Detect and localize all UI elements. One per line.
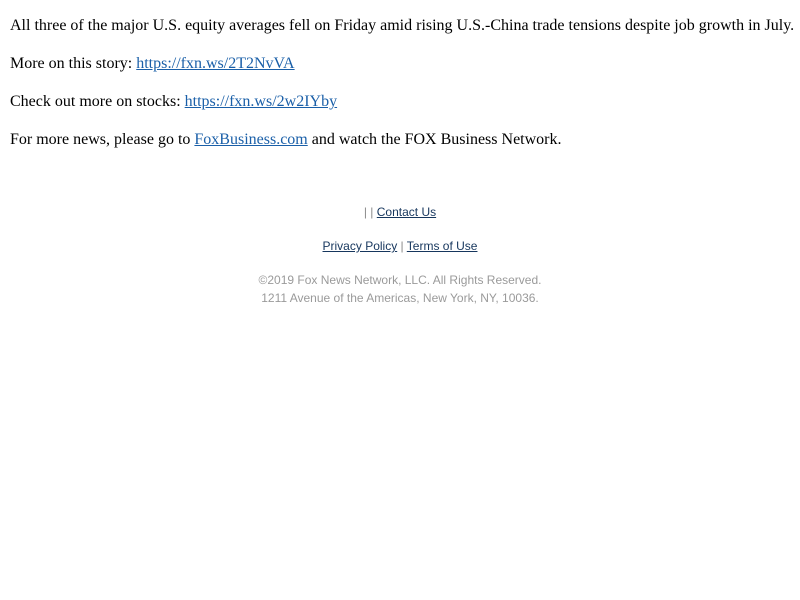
article-paragraph-4: For more news, please go to FoxBusiness.… bbox=[10, 130, 562, 149]
contact-us-link[interactable]: Contact Us bbox=[377, 205, 436, 219]
footer-contact-row: | | Contact Us bbox=[0, 203, 800, 221]
stocks-link[interactable]: https://fxn.ws/2w2IYby bbox=[185, 93, 337, 110]
article-paragraph-1: All three of the major U.S. equity avera… bbox=[10, 16, 794, 35]
more-news-suffix: and watch the FOX Business Network. bbox=[307, 131, 562, 148]
footer-address: 1211 Avenue of the Americas, New York, N… bbox=[261, 291, 539, 305]
article-paragraph-2: More on this story: https://fxn.ws/2T2Nv… bbox=[10, 54, 295, 73]
story-label: More on this story: bbox=[10, 55, 137, 72]
article-paragraph-3: Check out more on stocks: https://fxn.ws… bbox=[10, 92, 337, 111]
more-news-label: For more news, please go to bbox=[10, 131, 195, 148]
footer-legal-row: Privacy Policy | Terms of Use bbox=[0, 237, 800, 255]
footer-copyright: ©2019 Fox News Network, LLC. All Rights … bbox=[258, 273, 542, 287]
privacy-policy-link[interactable]: Privacy Policy bbox=[323, 239, 398, 253]
footer-separators: | | bbox=[363, 205, 377, 219]
foxbusiness-link[interactable]: FoxBusiness.com bbox=[194, 131, 307, 148]
stocks-label: Check out more on stocks: bbox=[10, 93, 185, 110]
article-text: All three of the major U.S. equity avera… bbox=[10, 17, 795, 34]
story-link[interactable]: https://fxn.ws/2T2NvVA bbox=[136, 55, 294, 72]
terms-of-use-link[interactable]: Terms of Use bbox=[407, 239, 478, 253]
footer-separator: | bbox=[397, 239, 407, 253]
